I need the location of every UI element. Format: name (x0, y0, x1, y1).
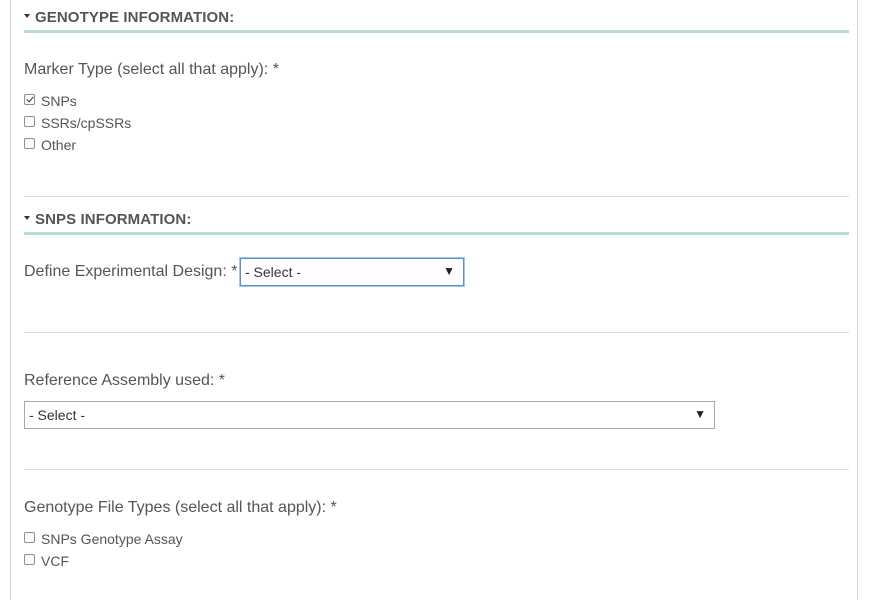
divider (24, 196, 849, 197)
genotype-section-title: GENOTYPE INFORMATION: (35, 9, 235, 26)
checkbox-label: VCF (41, 553, 69, 569)
divider (24, 469, 849, 470)
checkbox-label: SSRs/cpSSRs (41, 115, 132, 131)
dropdown-arrow-icon: ▼ (694, 407, 706, 421)
select-value: - Select - (29, 407, 86, 423)
experimental-design-select[interactable]: - Select - ▼ (240, 258, 464, 286)
other-checkbox[interactable] (24, 138, 35, 149)
genotype-section-header[interactable]: GENOTYPE INFORMATION: (24, 0, 849, 33)
divider (24, 332, 849, 333)
form-panel: GENOTYPE INFORMATION: Marker Type (selec… (10, 0, 858, 600)
caret-down-icon[interactable] (24, 14, 30, 18)
ssrs-checkbox[interactable] (24, 116, 35, 127)
reference-assembly-select[interactable]: - Select - ▼ (24, 401, 715, 429)
checkbox-label: SNPs Genotype Assay (41, 531, 183, 547)
snps-section-title: SNPS INFORMATION: (35, 211, 192, 228)
vcf-checkbox[interactable] (24, 554, 35, 565)
caret-down-icon[interactable] (24, 216, 30, 220)
checkbox-label: Other (41, 137, 77, 153)
marker-type-label: Marker Type (select all that apply): * (24, 61, 279, 78)
snps-section-header[interactable]: SNPS INFORMATION: (24, 202, 849, 235)
select-value: - Select - (245, 264, 302, 280)
checkbox-label: SNPs (41, 93, 77, 109)
snps-genotype-assay-checkbox[interactable] (24, 532, 35, 543)
genotype-file-types-label: Genotype File Types (select all that app… (24, 499, 337, 516)
experimental-design-label: Define Experimental Design: * (24, 263, 238, 280)
reference-assembly-label: Reference Assembly used: * (24, 372, 225, 389)
dropdown-arrow-icon: ▼ (443, 264, 455, 278)
snps-checkbox[interactable] (24, 94, 35, 105)
